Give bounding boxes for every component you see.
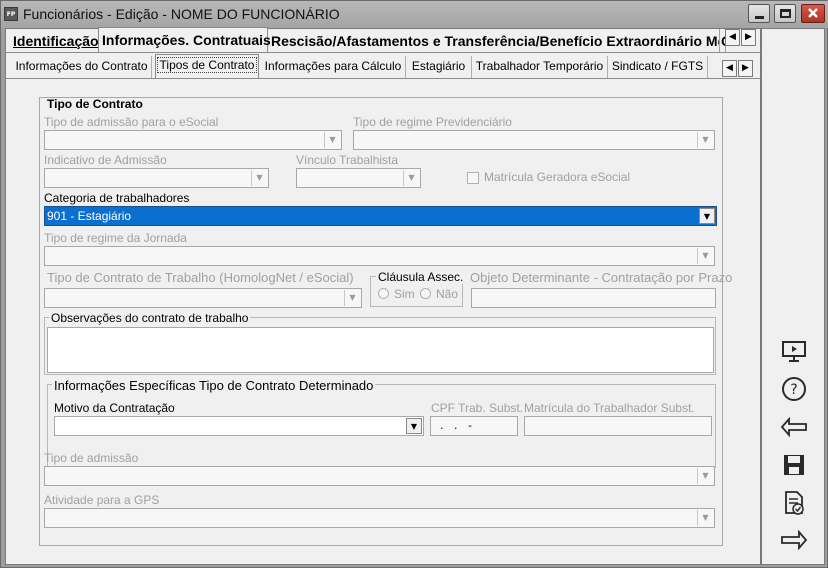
tipo-admissao-esocial-select[interactable]: ▼ (44, 130, 342, 150)
close-icon (808, 8, 818, 18)
matricula-geradora-checkbox[interactable] (467, 172, 479, 184)
indicativo-admissao-label: Indicativo de Admissão (44, 153, 167, 167)
tipo-admissao-select[interactable]: ▼ (44, 466, 715, 486)
tab-label: Identificação (13, 33, 99, 49)
observacoes-label: Observações do contrato de trabalho (49, 311, 251, 325)
motivo-select[interactable]: ▼ (54, 416, 424, 436)
subtabs-scroll-right-button[interactable]: ▶ (738, 60, 753, 77)
subtab-label: Estagiário (411, 59, 466, 73)
matricula-subst-label: Matrícula do Trabalhador Subst. (524, 401, 695, 415)
cpf-input[interactable]: . . - (430, 416, 518, 436)
tab-label: Informações. Contratuais (102, 32, 271, 48)
tab-identificacao[interactable]: Identificação (10, 29, 103, 53)
subtab-trabalhador-temporario[interactable]: Trabalhador Temporário (472, 56, 608, 78)
tipo-admissao-esocial-label: Tipo de admissão para o eSocial (44, 115, 219, 129)
subtab-informacoes-calculo[interactable]: Informações para Cálculo (261, 56, 406, 78)
presentation-icon[interactable] (780, 337, 808, 365)
clausula-nao-radio[interactable] (420, 288, 431, 299)
atividade-gps-select[interactable]: ▼ (44, 508, 715, 528)
cpf-mask: . . - (440, 419, 472, 432)
observacoes-textarea[interactable] (47, 327, 714, 373)
title-bar: FP Funcionários - Edição - NOME DO FUNCI… (1, 1, 828, 28)
subtab-informacoes-contrato[interactable]: Informações do Contrato (12, 56, 152, 78)
objeto-label: Objeto Determinante - Contratação por Pr… (470, 270, 733, 285)
tab-informacoes-contratuais[interactable]: Informações. Contratuais (98, 27, 271, 53)
chevron-down-icon: ▼ (699, 208, 715, 224)
subtabs-scroll-left-button[interactable]: ◀ (722, 60, 737, 77)
action-sidebar: ? (761, 28, 825, 565)
subtab-label: Informações para Cálculo (264, 59, 402, 73)
app-window: FP Funcionários - Edição - NOME DO FUNCI… (0, 0, 828, 568)
subtabs-divider (6, 78, 762, 79)
chevron-down-icon: ▼ (324, 132, 340, 148)
tipo-contrato-panel: Tipo de Contrato Tipo de admissão para o… (39, 97, 732, 546)
tipo-contrato-trabalho-label: Tipo de Contrato de Trabalho (HomologNet… (47, 270, 354, 285)
categoria-value: 901 - Estagiário (47, 209, 132, 223)
vinculo-label: Vínculo Trabalhista (296, 153, 399, 167)
subtab-estagiario[interactable]: Estagiário (406, 56, 472, 78)
subtab-label: Sindicato / FGTS (611, 59, 704, 73)
chevron-down-icon: ▼ (697, 248, 713, 264)
tab-label: Rescisão/Afastamentos e Transferência/Be… (271, 33, 720, 49)
maximize-button[interactable] (774, 4, 796, 23)
tabs-scroll-left-button[interactable]: ◀ (725, 29, 740, 46)
client-area: Identificação Informações. Contratuais R… (5, 27, 762, 565)
tipo-regime-prev-select[interactable]: ▼ (353, 130, 715, 150)
chevron-down-icon: ▼ (406, 418, 422, 434)
document-check-icon[interactable] (780, 489, 808, 517)
categoria-select[interactable]: 901 - Estagiário ▼ (44, 206, 717, 226)
subtab-tipos-contrato[interactable]: Tipos de Contrato (155, 54, 259, 79)
tabs-scroll-right-button[interactable]: ▶ (741, 29, 756, 46)
chevron-down-icon: ▼ (251, 170, 267, 186)
minimize-button[interactable] (748, 4, 770, 23)
svg-text:?: ? (790, 382, 797, 398)
chevron-down-icon: ▼ (697, 468, 713, 484)
clausula-sim-radio[interactable] (378, 288, 389, 299)
motivo-label: Motivo da Contratação (54, 401, 175, 415)
subtab-label: Tipos de Contrato (156, 57, 258, 73)
window-title: Funcionários - Edição - NOME DO FUNCIONÁ… (23, 6, 340, 22)
subtab-label: Trabalhador Temporário (475, 59, 604, 73)
regime-jornada-select[interactable]: ▼ (44, 246, 715, 266)
regime-jornada-label: Tipo de regime da Jornada (44, 231, 187, 245)
tipo-contrato-trabalho-select[interactable]: ▼ (44, 288, 362, 308)
matricula-subst-input[interactable] (524, 416, 712, 436)
atividade-gps-label: Atividade para a GPS (44, 493, 160, 507)
forward-arrow-icon[interactable] (780, 526, 808, 554)
matricula-geradora-label: Matrícula Geradora eSocial (484, 170, 631, 184)
indicativo-admissao-select[interactable]: ▼ (44, 168, 269, 188)
help-icon[interactable]: ? (780, 375, 808, 403)
tabs-divider (6, 52, 762, 53)
chevron-down-icon: ▼ (697, 510, 713, 526)
save-icon[interactable] (780, 451, 808, 479)
categoria-label: Categoria de trabalhadores (44, 191, 190, 205)
close-button[interactable] (801, 4, 825, 23)
clausula-sim-label: Sim (394, 287, 415, 301)
back-arrow-icon[interactable] (780, 413, 808, 441)
app-icon: FP (4, 7, 18, 21)
clausula-label: Cláusula Assec. (376, 270, 466, 284)
tipo-admissao-label: Tipo de admissão (44, 451, 139, 465)
chevron-down-icon: ▼ (344, 290, 360, 306)
vinculo-select[interactable]: ▼ (296, 168, 421, 188)
cpf-label: CPF Trab. Subst. (431, 401, 524, 415)
subtab-label: Informações do Contrato (15, 59, 148, 73)
objeto-input[interactable] (471, 288, 716, 308)
tab-rescisao[interactable]: Rescisão/Afastamentos e Transferência/Be… (268, 29, 720, 53)
chevron-down-icon: ▼ (697, 132, 713, 148)
tipo-regime-prev-label: Tipo de regime Previdenciário (353, 115, 512, 129)
chevron-down-icon: ▼ (403, 170, 419, 186)
clausula-nao-label: Não (436, 287, 459, 301)
subtab-sindicato-fgts[interactable]: Sindicato / FGTS (608, 56, 708, 78)
group-title: Tipo de Contrato (47, 97, 143, 111)
info-especificas-title: Informações Específicas Tipo de Contrato… (52, 378, 376, 393)
